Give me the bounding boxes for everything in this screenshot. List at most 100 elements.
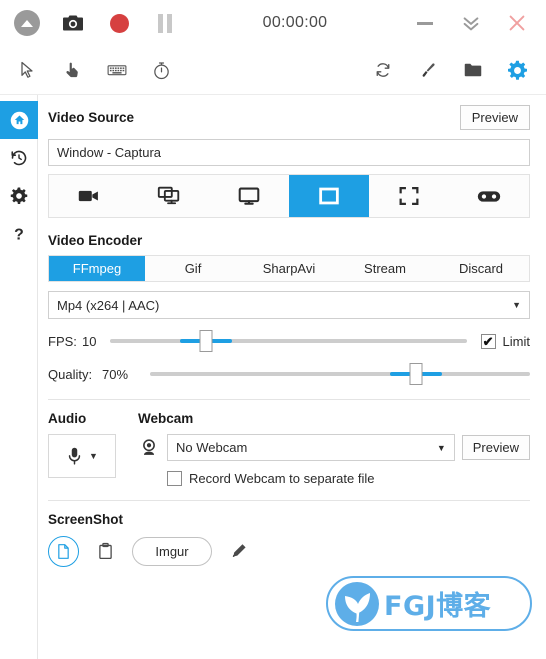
chevron-double-down-icon [463,17,479,31]
webcam-value: No Webcam [176,440,248,455]
fps-limit-label: Limit [502,333,530,349]
fps-label: FPS: [48,333,77,349]
image-editor-button[interactable] [405,48,450,93]
audio-group: Audio ▼ [48,411,126,486]
tab-ffmpeg[interactable]: FFmpeg [49,256,145,281]
settings-button[interactable] [495,48,540,93]
video-source-preview-button[interactable]: Preview [459,105,530,130]
tray-arrow-button[interactable] [4,0,50,46]
refresh-button[interactable] [360,48,405,93]
minimize-button[interactable] [402,0,448,46]
screenshot-actions: Imgur [48,536,530,567]
clipboard-icon [99,542,112,560]
collapse-button[interactable] [448,0,494,46]
source-type-window[interactable] [289,175,369,217]
source-type-region[interactable] [369,175,449,217]
timer-button[interactable] [139,48,184,93]
gear-icon [508,60,527,80]
codec-dropdown[interactable]: Mp4 (x264 | AAC) ▼ [48,291,530,319]
captura-window: 00:00:00 ? Video Source Preview Window -… [0,0,546,659]
screenshot-button[interactable] [50,0,96,46]
quality-row: Quality: 70% [48,363,530,385]
video-source-field[interactable]: Window - Captura [48,139,530,166]
history-icon [11,150,27,166]
webcam-dropdown[interactable]: No Webcam ▼ [167,434,455,461]
toolbar-right-group [360,48,546,93]
divider-audio [48,500,530,501]
tray-arrow-icon [14,10,40,36]
webcam-icon [143,438,155,455]
record-webcam-separate-group[interactable]: Record Webcam to separate file [138,471,530,486]
tab-sharpavi[interactable]: SharpAvi [241,256,337,281]
imgur-upload-button[interactable]: Imgur [132,537,212,566]
divider-encoder [48,399,530,400]
screenshot-title: ScreenShot [48,512,124,527]
record-icon [109,13,129,33]
fps-limit-checkbox[interactable]: ✔ [480,333,496,349]
pause-icon [158,13,172,33]
video-source-value: Window - Captura [57,145,162,160]
main-content: Video Source Preview Window - Captura Vi… [38,95,546,659]
source-type-gamepad[interactable] [449,175,529,217]
record-webcam-separate-checkbox[interactable] [167,471,182,486]
camera-icon [63,15,83,31]
pause-button[interactable] [142,0,188,46]
fps-slider[interactable] [110,330,467,352]
cursor-toggle-button[interactable] [4,48,49,93]
fps-row: FPS: 10 ✔ Limit [48,330,530,352]
codec-value: Mp4 (x264 | AAC) [57,297,160,313]
recording-timer: 00:00:00 [262,14,328,31]
monitor-icon [238,187,260,205]
toolbar-left-group [0,48,184,93]
microphone-icon [68,447,81,465]
source-type-no-video[interactable] [49,175,129,217]
keystrokes-toggle-button[interactable] [94,48,139,93]
video-source-title: Video Source [48,110,135,125]
webcam-row: No Webcam ▼ Preview [138,434,530,461]
minimize-icon [417,21,433,25]
audio-source-button[interactable]: ▼ [48,434,116,478]
body: ? Video Source Preview Window - Captura [0,95,546,659]
brush-icon [422,62,435,77]
webcam-preview-button[interactable]: Preview [461,435,530,460]
audio-title: Audio [48,411,87,426]
video-encoder-tabs: FFmpeg Gif SharpAvi Stream Discard [48,255,530,282]
multi-monitor-icon [157,186,180,205]
window-icon [319,187,339,205]
audio-webcam-section: Audio ▼ Webcam No Webcam ▼ Preview Recor… [48,411,530,486]
check-icon: ✔ [482,333,494,349]
source-type-screen[interactable] [209,175,289,217]
tab-discard[interactable]: Discard [433,256,529,281]
file-icon [58,544,69,559]
sidebar-item-about[interactable]: ? [0,215,38,253]
edit-screenshot-button[interactable] [223,536,254,567]
chevron-down-icon: ▼ [512,300,521,310]
fps-slider-thumb[interactable] [199,330,213,352]
open-folder-button[interactable] [450,48,495,93]
window-controls [402,0,546,46]
sidebar-item-settings[interactable] [0,177,38,215]
gear-icon [10,187,28,204]
quality-slider-thumb[interactable] [409,363,423,385]
main-toolbar [0,46,546,95]
question-mark-icon: ? [14,226,24,243]
record-button[interactable] [96,0,142,46]
record-webcam-separate-label: Record Webcam to separate file [189,471,375,486]
close-button[interactable] [494,0,540,46]
clicks-toggle-button[interactable] [49,48,94,93]
quality-slider[interactable] [150,363,530,385]
tab-stream[interactable]: Stream [337,256,433,281]
copy-to-clipboard-button[interactable] [90,536,121,567]
video-camera-icon [78,190,98,202]
sidebar: ? [0,95,38,659]
source-type-full-screen[interactable] [129,175,209,217]
tab-gif[interactable]: Gif [145,256,241,281]
fps-limit-checkbox-group[interactable]: ✔ Limit [480,333,530,349]
home-icon [10,111,28,129]
quality-label: Quality: [48,366,93,382]
sidebar-item-history[interactable] [0,139,38,177]
save-to-disk-button[interactable] [48,536,79,567]
sidebar-item-home[interactable] [0,101,38,139]
click-icon [65,62,78,78]
chevron-down-icon: ▼ [89,451,98,461]
